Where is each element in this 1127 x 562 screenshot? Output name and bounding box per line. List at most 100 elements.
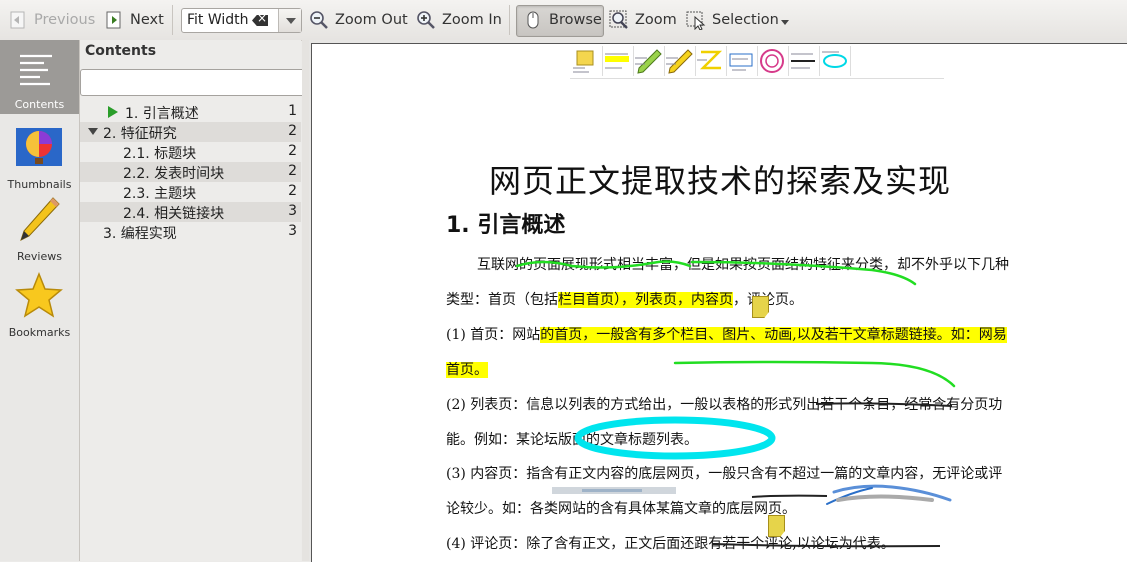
paragraph-line: 互联网的页面展现形式相当丰富，但是如果按页面结构特征来分类，却不外乎以下几种 bbox=[477, 257, 1009, 273]
toolbar: Previous Next Fit Width Zoom Out Zoom In… bbox=[0, 0, 1127, 41]
document-page[interactable]: 网页正文提取技术的探索及实现 1. 引言概述 互联网的页面展现形式相当丰富，但是… bbox=[311, 43, 1127, 562]
current-page-arrow-icon bbox=[108, 106, 118, 118]
sidebar-item-reviews[interactable]: Reviews bbox=[0, 192, 79, 266]
toc-item-label: 1. 引言概述 bbox=[125, 106, 199, 122]
toc-item-label: 2. 特征研究 bbox=[103, 126, 177, 142]
yellow-pen-tool-icon[interactable] bbox=[664, 46, 696, 76]
toc-item-page: 3 bbox=[288, 223, 297, 239]
dropdown-arrow-icon[interactable] bbox=[278, 9, 301, 32]
toc-item[interactable]: 2.1. 标题块 2 bbox=[80, 142, 301, 162]
toolbar-separator bbox=[172, 5, 173, 35]
sidebar-item-contents[interactable]: Contents bbox=[0, 40, 79, 114]
strikeout-tool-icon[interactable] bbox=[788, 46, 820, 76]
star-icon bbox=[15, 271, 63, 321]
scribble-annotation[interactable] bbox=[826, 484, 952, 505]
toc-item-page: 2 bbox=[288, 143, 297, 159]
zoom-in-icon bbox=[416, 10, 436, 30]
next-label: Next bbox=[130, 12, 164, 28]
ellipse-tool-icon[interactable] bbox=[819, 46, 851, 76]
paragraph-line: 论较少。如：各类网站的含有具体某篇文章的底层网页。 bbox=[446, 501, 796, 517]
previous-page-icon bbox=[8, 10, 28, 30]
toc-item[interactable]: 2.2. 发表时间块 2 bbox=[80, 162, 301, 182]
textbox-tool-icon[interactable] bbox=[726, 46, 758, 76]
toc-item-label: 2.1. 标题块 bbox=[123, 146, 197, 162]
paragraph-line: 类型：首页（包括栏目首页），列表页，内容页，评论页。 bbox=[446, 289, 803, 309]
contents-icon bbox=[18, 52, 58, 89]
toc-item-page: 1 bbox=[288, 103, 297, 119]
paragraph-line: (1) 首页：网站的首页，一般含有多个栏目、图片、动画,以及若干文章标题链接。如… bbox=[446, 324, 1007, 344]
annotation-toolbar bbox=[570, 44, 944, 79]
highlight-tool-icon[interactable] bbox=[602, 46, 634, 76]
toc-item-label: 2.3. 主题块 bbox=[123, 186, 197, 202]
zoom-tool-button[interactable]: Zoom bbox=[609, 6, 677, 34]
toc-item[interactable]: 3. 编程实现 3 bbox=[80, 222, 301, 242]
toc-item-page: 2 bbox=[288, 183, 297, 199]
zoom-in-label: Zoom In bbox=[442, 12, 502, 28]
panel-splitter[interactable] bbox=[302, 40, 309, 561]
paragraph-line: 能。例如：某论坛版面的文章标题列表。 bbox=[446, 432, 698, 448]
paragraph-line: (2) 列表页：信息以列表的方式给出，一般以表格的形式列出若干个条目，经常含有分… bbox=[446, 397, 1003, 413]
toc-item[interactable]: 2. 特征研究 2 bbox=[80, 122, 301, 142]
green-pen-tool-icon[interactable] bbox=[633, 46, 665, 76]
selection-icon bbox=[686, 10, 706, 31]
sidebar-item-bookmarks[interactable]: Bookmarks bbox=[0, 268, 79, 342]
contents-panel: Contents 1. 引言概述 1 2. 特征研究 2 2.1. 标题块 2 … bbox=[80, 40, 305, 561]
zoom-out-icon bbox=[309, 10, 329, 30]
next-page-icon bbox=[104, 10, 124, 30]
mouse-icon bbox=[523, 10, 543, 30]
paragraph-line: (3) 内容页：指含有正文内容的底层网页，一般只含有不超过一篇的文章内容，无评论… bbox=[446, 466, 1003, 482]
selection-button[interactable]: Selection bbox=[686, 6, 789, 34]
sidebar-item-label: Thumbnails bbox=[7, 178, 72, 191]
sticky-note-icon[interactable] bbox=[752, 296, 769, 318]
toc-item-page: 2 bbox=[288, 163, 297, 179]
text-span: (1) 首页：网站 bbox=[446, 327, 541, 343]
balloon-icon bbox=[15, 126, 63, 173]
highlighted-text[interactable]: 栏目首页），列表页，内容页 bbox=[558, 292, 733, 308]
pencil-icon bbox=[17, 194, 61, 247]
toc-item[interactable]: 2.3. 主题块 2 bbox=[80, 182, 301, 202]
selection-label: Selection bbox=[712, 12, 779, 28]
paragraph-line: (4) 评论页：除了含有正文，正文后面还跟有若干个评论,以论坛为代表。 bbox=[446, 536, 895, 552]
paragraph-line: 首页。 bbox=[446, 359, 488, 379]
expander-icon[interactable] bbox=[88, 128, 98, 135]
highlighted-text[interactable]: 的首页，一般含有多个栏目、图片、动画,以及若干文章标题链接。如：网易 bbox=[540, 327, 1007, 343]
next-button[interactable]: Next bbox=[104, 6, 164, 34]
clear-icon[interactable] bbox=[252, 15, 268, 26]
zoom-tool-icon bbox=[609, 10, 629, 30]
zoom-mode-value: Fit Width bbox=[187, 12, 249, 28]
faded-highlight-annotation[interactable] bbox=[552, 487, 676, 494]
previous-label: Previous bbox=[34, 12, 96, 28]
toc-list: 1. 引言概述 1 2. 特征研究 2 2.1. 标题块 2 2.2. 发表时间… bbox=[80, 102, 301, 242]
toc-item-page: 3 bbox=[288, 203, 297, 219]
sidebar-item-thumbnails[interactable]: Thumbnails bbox=[0, 120, 79, 194]
toolbar-separator bbox=[509, 5, 510, 35]
toc-item-label: 2.2. 发表时间块 bbox=[123, 166, 225, 182]
contents-search-input[interactable] bbox=[80, 69, 305, 96]
sticky-note-icon[interactable] bbox=[768, 515, 785, 537]
toc-item[interactable]: 2.4. 相关链接块 3 bbox=[80, 202, 301, 222]
sidebar: Contents Thumbnails Reviews Bookmarks bbox=[0, 40, 80, 561]
section-heading: 1. 引言概述 bbox=[446, 213, 566, 238]
toc-item-label: 3. 编程实现 bbox=[103, 226, 177, 242]
chevron-down-icon[interactable] bbox=[780, 19, 789, 25]
squiggly-tool-icon[interactable] bbox=[695, 46, 727, 76]
toc-item-label: 2.4. 相关链接块 bbox=[123, 206, 225, 222]
zoom-out-label: Zoom Out bbox=[335, 12, 408, 28]
panel-title: Contents bbox=[85, 43, 157, 59]
zoom-out-button[interactable]: Zoom Out bbox=[309, 6, 408, 34]
browse-label: Browse bbox=[549, 12, 602, 28]
sidebar-item-label: Contents bbox=[14, 98, 65, 111]
sidebar-item-label: Bookmarks bbox=[8, 326, 71, 339]
zoom-tool-label: Zoom bbox=[635, 12, 677, 28]
toc-item[interactable]: 1. 引言概述 1 bbox=[80, 102, 301, 122]
previous-button[interactable]: Previous bbox=[8, 6, 95, 34]
zoom-in-button[interactable]: Zoom In bbox=[416, 6, 502, 34]
browse-button-content[interactable]: Browse bbox=[523, 6, 602, 34]
circle-stamp-tool-icon[interactable] bbox=[757, 46, 789, 76]
text-span: 类型：首页（包括 bbox=[446, 292, 558, 308]
highlighted-text[interactable]: 首页。 bbox=[446, 362, 488, 378]
sidebar-item-label: Reviews bbox=[17, 250, 62, 263]
zoom-mode-select[interactable]: Fit Width bbox=[181, 8, 302, 33]
document-title: 网页正文提取技术的探索及实现 bbox=[488, 162, 951, 200]
note-tool-icon[interactable] bbox=[571, 46, 603, 76]
